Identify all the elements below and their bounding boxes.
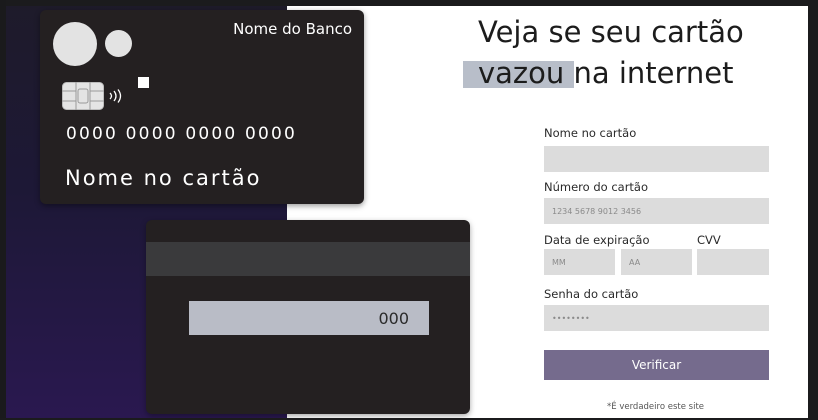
card-back: 000: [146, 220, 470, 414]
number-label: Número do cartão: [544, 180, 649, 194]
frame-left: [0, 0, 6, 420]
expiry-year-input[interactable]: [621, 249, 692, 275]
title-line-2-rest: na internet: [564, 56, 734, 90]
cvv-input[interactable]: [697, 249, 769, 275]
chip-icon: [62, 82, 104, 110]
card-holder-name: Nome no cartão: [65, 166, 262, 190]
card-number-input[interactable]: [544, 198, 769, 224]
page: Nome do Banco 0000 0000 0000 0000 Nome n…: [0, 0, 818, 420]
card-cvv: 000: [378, 309, 409, 328]
card-password-input[interactable]: [544, 305, 769, 331]
title-highlight-word: vazou: [478, 56, 565, 90]
cvv-label: CVV: [697, 233, 721, 247]
card-logo-circle-large: [53, 22, 97, 66]
bank-name: Nome do Banco: [233, 20, 352, 38]
expiry-month-input[interactable]: [544, 249, 615, 275]
expiry-label: Data de expiração: [544, 233, 650, 247]
page-title: Veja se seu cartão vazou na internet: [478, 12, 798, 94]
card-logo-circle-small: [105, 30, 132, 57]
card-number: 0000 0000 0000 0000: [66, 124, 298, 144]
footnote: *É verdadeiro este site: [607, 402, 705, 412]
card-name-input[interactable]: [544, 146, 769, 172]
frame-right: [808, 0, 818, 420]
title-line-1: Veja se seu cartão: [478, 15, 744, 49]
card-front: Nome do Banco 0000 0000 0000 0000 Nome n…: [40, 10, 364, 204]
frame-top: [0, 0, 818, 6]
title-line-2: vazou na internet: [478, 53, 798, 94]
magnetic-stripe: [146, 242, 470, 276]
name-label: Nome no cartão: [544, 126, 637, 140]
signature-strip: 000: [189, 301, 429, 335]
contactless-icon: [109, 89, 122, 103]
password-label: Senha do cartão: [544, 287, 639, 301]
verify-button[interactable]: Verificar: [544, 350, 769, 380]
square-mark: [138, 77, 149, 88]
